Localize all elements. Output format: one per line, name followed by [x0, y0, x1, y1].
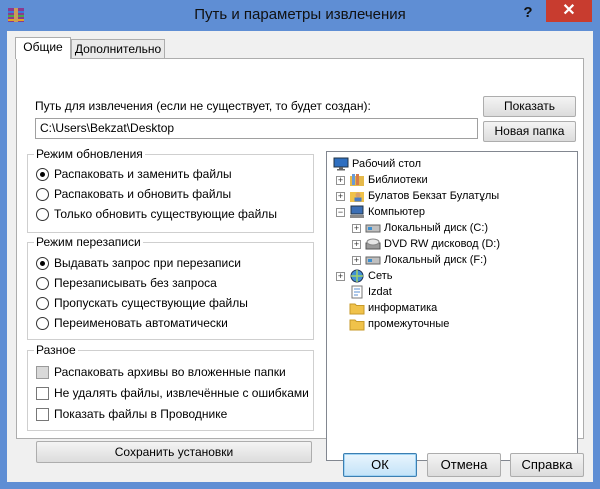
collapse-icon[interactable]: − [336, 208, 345, 217]
tree-item-izdat[interactable]: Izdat [349, 284, 392, 300]
new-folder-button[interactable]: Новая папка [483, 121, 576, 142]
tree-item-label: Локальный диск (C:) [384, 222, 489, 234]
tree-item-label: DVD RW дисковод (D:) [384, 238, 500, 250]
misc-option-subfolders[interactable]: Распаковать архивы во вложенные папки [36, 364, 286, 380]
save-settings-button[interactable]: Сохранить установки [36, 441, 312, 463]
overwrite-option-skip[interactable]: Пропускать существующие файлы [36, 295, 248, 311]
cancel-button[interactable]: Отмена [427, 453, 501, 477]
tree-item-computer[interactable]: Компьютер [349, 204, 425, 220]
libraries-icon [350, 174, 364, 186]
window-title: Путь и параметры извлечения [194, 6, 406, 23]
show-button[interactable]: Показать [483, 96, 576, 117]
tree-item-libraries[interactable]: Библиотеки [349, 172, 428, 188]
radio-label: Распаковать и обновить файлы [54, 187, 232, 201]
overwrite-mode-title: Режим перезаписи [34, 235, 143, 249]
folder-icon [349, 303, 365, 315]
expand-icon[interactable]: + [352, 256, 361, 265]
document-icon [351, 285, 363, 299]
misc-option-show-explorer[interactable]: Показать файлы в Проводнике [36, 406, 227, 422]
radio-label: Переименовать автоматически [54, 316, 228, 330]
radio-label: Распаковать и заменить файлы [54, 167, 232, 181]
radio-selected[interactable] [36, 167, 49, 181]
expand-icon[interactable]: + [336, 192, 345, 201]
checkbox-label: Показать файлы в Проводнике [54, 407, 228, 421]
desktop-icon [333, 157, 349, 171]
tree-item-label: информатика [368, 302, 438, 314]
title-bar[interactable]: Путь и параметры извлечения ? ✕ [0, 0, 600, 31]
network-icon [350, 269, 364, 283]
update-option-replace[interactable]: Распаковать и заменить файлы [36, 166, 232, 182]
radio-label: Только обновить существующие файлы [54, 207, 277, 221]
radio-label: Перезаписывать без запроса [54, 276, 217, 290]
misc-group: Разное Распаковать архивы во вложенные п… [27, 343, 314, 431]
folder-icon [349, 319, 365, 331]
tree-item-label: Локальный диск (F:) [384, 254, 487, 266]
expand-icon[interactable]: + [336, 176, 345, 185]
user-folder-icon [350, 192, 364, 202]
tree-item-drive-f[interactable]: Локальный диск (F:) [365, 252, 487, 268]
overwrite-option-rename[interactable]: Переименовать автоматически [36, 315, 228, 331]
tab-general[interactable]: Общие [15, 37, 71, 59]
path-label: Путь для извлечения (если не существует,… [35, 99, 371, 113]
tree-item-label: Сеть [368, 270, 393, 282]
radio-unselected[interactable] [36, 296, 49, 310]
overwrite-option-no-prompt[interactable]: Перезаписывать без запроса [36, 275, 217, 291]
drive-icon [365, 256, 381, 265]
radio-unselected[interactable] [36, 187, 49, 201]
checkbox[interactable] [36, 407, 49, 421]
tree-item-user-folder[interactable]: Булатов Бекзат Булатұлы [349, 188, 499, 204]
tree-item-informatika[interactable]: информатика [349, 300, 437, 316]
help-button[interactable]: Справка [510, 453, 584, 477]
dvd-drive-icon [365, 238, 381, 250]
close-button[interactable]: ✕ [546, 0, 592, 22]
expand-icon[interactable]: + [352, 224, 361, 233]
tree-item-label: Izdat [368, 286, 392, 298]
radio-selected[interactable] [36, 256, 49, 270]
radio-unselected[interactable] [36, 276, 49, 290]
tree-item-label: промежуточные [368, 318, 450, 330]
misc-title: Разное [34, 343, 78, 357]
tree-item-network[interactable]: Сеть [349, 268, 392, 284]
tree-item-label: Библиотеки [368, 174, 428, 186]
tree-item-label: Рабочий стол [352, 158, 422, 170]
misc-option-keep-broken[interactable]: Не удалять файлы, извлечённые с ошибками [36, 385, 309, 401]
title-help-button[interactable]: ? [518, 3, 538, 23]
tree-item-drive-c[interactable]: Локальный диск (C:) [365, 220, 488, 236]
update-mode-group: Режим обновления Распаковать и заменить … [27, 147, 314, 233]
checkbox-label: Не удалять файлы, извлечённые с ошибками [54, 386, 309, 400]
checkbox[interactable] [36, 386, 49, 400]
ok-button[interactable]: ОК [343, 453, 417, 477]
expand-icon[interactable]: + [336, 272, 345, 281]
update-mode-title: Режим обновления [34, 147, 145, 161]
folder-tree[interactable]: Рабочий стол + Библиотеки + Булатов Бекз… [326, 151, 578, 461]
drive-icon [365, 224, 381, 233]
dialog-client-area: Общие Дополнительно Путь для извлечения … [7, 31, 593, 482]
overwrite-option-ask[interactable]: Выдавать запрос при перезаписи [36, 255, 241, 271]
expand-icon[interactable]: + [352, 240, 361, 249]
radio-label: Выдавать запрос при перезаписи [54, 256, 241, 270]
tree-item-label: Компьютер [368, 206, 425, 218]
update-option-update[interactable]: Распаковать и обновить файлы [36, 186, 231, 202]
checkbox-label: Распаковать архивы во вложенные папки [54, 365, 286, 379]
extraction-dialog: Путь и параметры извлечения ? ✕ Общие До… [0, 0, 600, 489]
radio-label: Пропускать существующие файлы [54, 296, 248, 310]
tree-item-intermediate[interactable]: промежуточные [349, 316, 449, 332]
radio-unselected[interactable] [36, 316, 49, 330]
tab-advanced[interactable]: Дополнительно [71, 39, 165, 59]
tree-item-dvd-drive[interactable]: DVD RW дисковод (D:) [365, 236, 500, 252]
tree-item-desktop[interactable]: Рабочий стол [333, 156, 421, 172]
overwrite-mode-group: Режим перезаписи Выдавать запрос при пер… [27, 235, 314, 340]
radio-unselected[interactable] [36, 207, 49, 221]
computer-icon [350, 205, 364, 218]
tab-panel-general: Путь для извлечения (если не существует,… [16, 58, 584, 463]
checkbox-disabled[interactable] [36, 365, 49, 379]
update-option-existing-only[interactable]: Только обновить существующие файлы [36, 206, 277, 222]
tree-item-label: Булатов Бекзат Булатұлы [368, 190, 500, 202]
destination-path-input[interactable]: C:\Users\Bekzat\Desktop [35, 118, 478, 139]
